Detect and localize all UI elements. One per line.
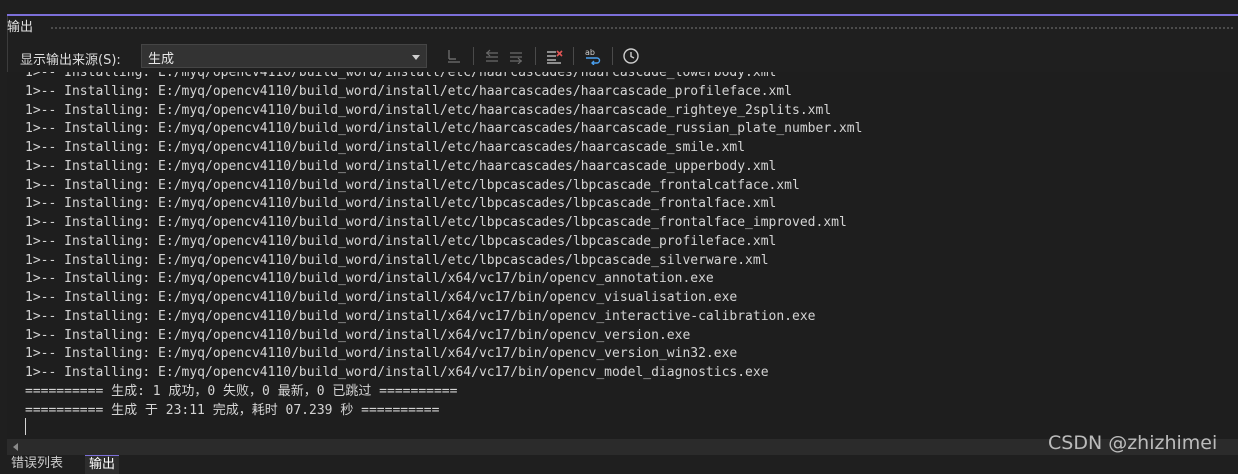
output-line: 1>-- Installing: E:/myq/opencv4110/build…: [25, 140, 746, 155]
clear-all-button[interactable]: [544, 45, 566, 67]
source-dropdown[interactable]: 生成: [141, 44, 427, 68]
scroll-left-icon[interactable]: [13, 443, 18, 451]
bottom-tab-strip: 错误列表 输出: [7, 455, 1238, 474]
next-message-button[interactable]: [505, 45, 527, 67]
output-line: 1>-- Installing: E:/myq/opencv4110/build…: [25, 290, 738, 305]
output-line: 1>-- Installing: E:/myq/opencv4110/build…: [25, 233, 777, 249]
show-timestamps-button[interactable]: [620, 45, 642, 67]
output-line: 1>-- Installing: E:/myq/opencv4110/build…: [25, 365, 769, 380]
toggle-word-wrap-button[interactable]: ab: [582, 45, 604, 67]
panel-title: 输出: [7, 20, 34, 35]
output-line: 1>-- Installing: E:/myq/opencv4110/build…: [25, 83, 793, 99]
next-message-icon: [510, 52, 522, 64]
output-line: 1>-- Installing: E:/myq/opencv4110/build…: [25, 346, 738, 362]
output-line: 1>-- Installing: E:/myq/opencv4110/build…: [25, 308, 816, 324]
output-line: 1>-- Installing: E:/myq/opencv4110/build…: [25, 215, 847, 230]
previous-message-icon: [486, 49, 498, 62]
output-line: 1>-- Installing: E:/myq/opencv4110/build…: [25, 271, 714, 287]
show-timestamps-icon: [623, 48, 639, 64]
text-caret: [25, 418, 26, 435]
tab-error-list[interactable]: 错误列表: [7, 455, 67, 473]
output-line: 1>-- Installing: E:/myq/opencv4110/build…: [25, 158, 777, 174]
tab-output[interactable]: 输出: [85, 455, 120, 474]
clear-all-icon: [547, 50, 563, 64]
output-line: 1>-- Installing: E:/myq/opencv4110/build…: [25, 102, 832, 118]
source-dropdown-value: 生成: [148, 52, 175, 67]
output-text-area[interactable]: 1>-- Installing: E:/myq/opencv4110/build…: [7, 72, 1238, 439]
toggle-word-wrap-icon: ab: [585, 48, 601, 65]
top-strip: [0, 0, 1238, 14]
build-summary-line: ========== 生成: 1 成功，0 失败，0 最新，0 已跳过 ====…: [25, 383, 458, 399]
toolbar-separator: [612, 47, 613, 65]
previous-message-button[interactable]: [481, 45, 503, 67]
output-line: 1>-- Installing: E:/myq/opencv4110/build…: [25, 327, 691, 343]
toolbar-separator: [473, 47, 474, 65]
build-time-line: ========== 生成 于 23:11 完成，耗时 07.239 秒 ===…: [25, 402, 440, 418]
output-line: 1>-- Installing: E:/myq/opencv4110/build…: [25, 72, 777, 80]
output-line: 1>-- Installing: E:/myq/opencv4110/build…: [25, 196, 777, 212]
output-line: 1>-- Installing: E:/myq/opencv4110/build…: [25, 252, 769, 268]
go-to-line-button[interactable]: [443, 45, 465, 67]
output-line: 1>-- Installing: E:/myq/opencv4110/build…: [25, 121, 863, 137]
toolbar-separator: [573, 47, 574, 65]
output-toolbar: 显示输出来源(S): 生成 ab: [7, 42, 1238, 72]
go-to-line-icon: [448, 50, 460, 63]
svg-text:ab: ab: [585, 48, 595, 57]
chevron-down-icon: [412, 55, 420, 60]
toolbar-separator: [535, 47, 536, 65]
output-line: 1>-- Installing: E:/myq/opencv4110/build…: [25, 177, 800, 193]
watermark: CSDN @zhizhimei: [1048, 432, 1218, 454]
source-label: 显示输出来源(S):: [20, 53, 121, 68]
title-grip[interactable]: [50, 26, 1233, 30]
